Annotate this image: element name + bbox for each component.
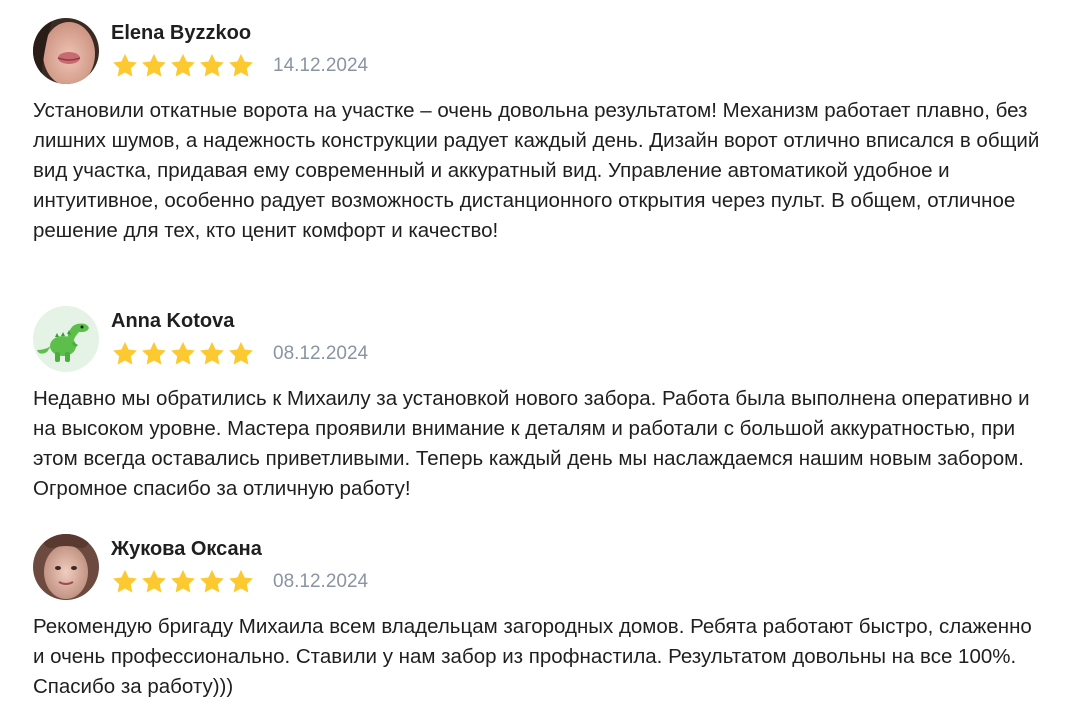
star-icon [142, 53, 166, 77]
star-rating [111, 568, 255, 596]
review-date: 14.12.2024 [273, 55, 369, 76]
review-card: Elena Byzzkoo 14.12.2024 Установили отка… [33, 18, 1043, 242]
star-icon [113, 341, 137, 365]
review-text: Рекомендую бригаду Михаила всем владельц… [33, 615, 1032, 698]
star-icon [171, 569, 195, 593]
review-date: 08.12.2024 [273, 343, 369, 364]
author-name[interactable]: Elena Byzzkoo [111, 22, 251, 45]
review-text: Установили откатные ворота на участке – … [33, 99, 1040, 242]
avatar[interactable] [33, 18, 99, 84]
review-date: 08.12.2024 [273, 571, 369, 592]
review-header: Anna Kotova 08.12.2024 [33, 306, 1043, 374]
user-photo-icon [33, 534, 99, 600]
reviews-list: Elena Byzzkoo 14.12.2024 Установили отка… [0, 0, 1067, 720]
review-header: Жукова Оксана 08.12.2024 [33, 534, 1043, 602]
star-rating [111, 340, 255, 368]
star-icon [229, 569, 253, 593]
review-header: Elena Byzzkoo 14.12.2024 [33, 18, 1043, 86]
avatar[interactable] [33, 306, 99, 372]
star-rating [111, 52, 255, 80]
author-name[interactable]: Anna Kotova [111, 310, 234, 333]
star-icon [142, 569, 166, 593]
star-icon [113, 53, 137, 77]
dinosaur-icon [33, 306, 99, 372]
star-icon [229, 53, 253, 77]
star-icon [171, 53, 195, 77]
star-icon [229, 341, 253, 365]
star-icon [171, 341, 195, 365]
review-card: Жукова Оксана 08.12.2024 Рекомендую бриг… [33, 534, 1043, 698]
star-icon [200, 569, 224, 593]
star-icon [200, 341, 224, 365]
review-card: Anna Kotova 08.12.2024 Недавно мы обрати… [33, 306, 1043, 500]
review-text: Недавно мы обратились к Михаилу за устан… [33, 387, 1030, 500]
star-icon [142, 341, 166, 365]
star-icon [113, 569, 137, 593]
avatar[interactable] [33, 534, 99, 600]
star-icon [200, 53, 224, 77]
user-photo-icon [33, 18, 99, 84]
author-name[interactable]: Жукова Оксана [111, 538, 262, 561]
